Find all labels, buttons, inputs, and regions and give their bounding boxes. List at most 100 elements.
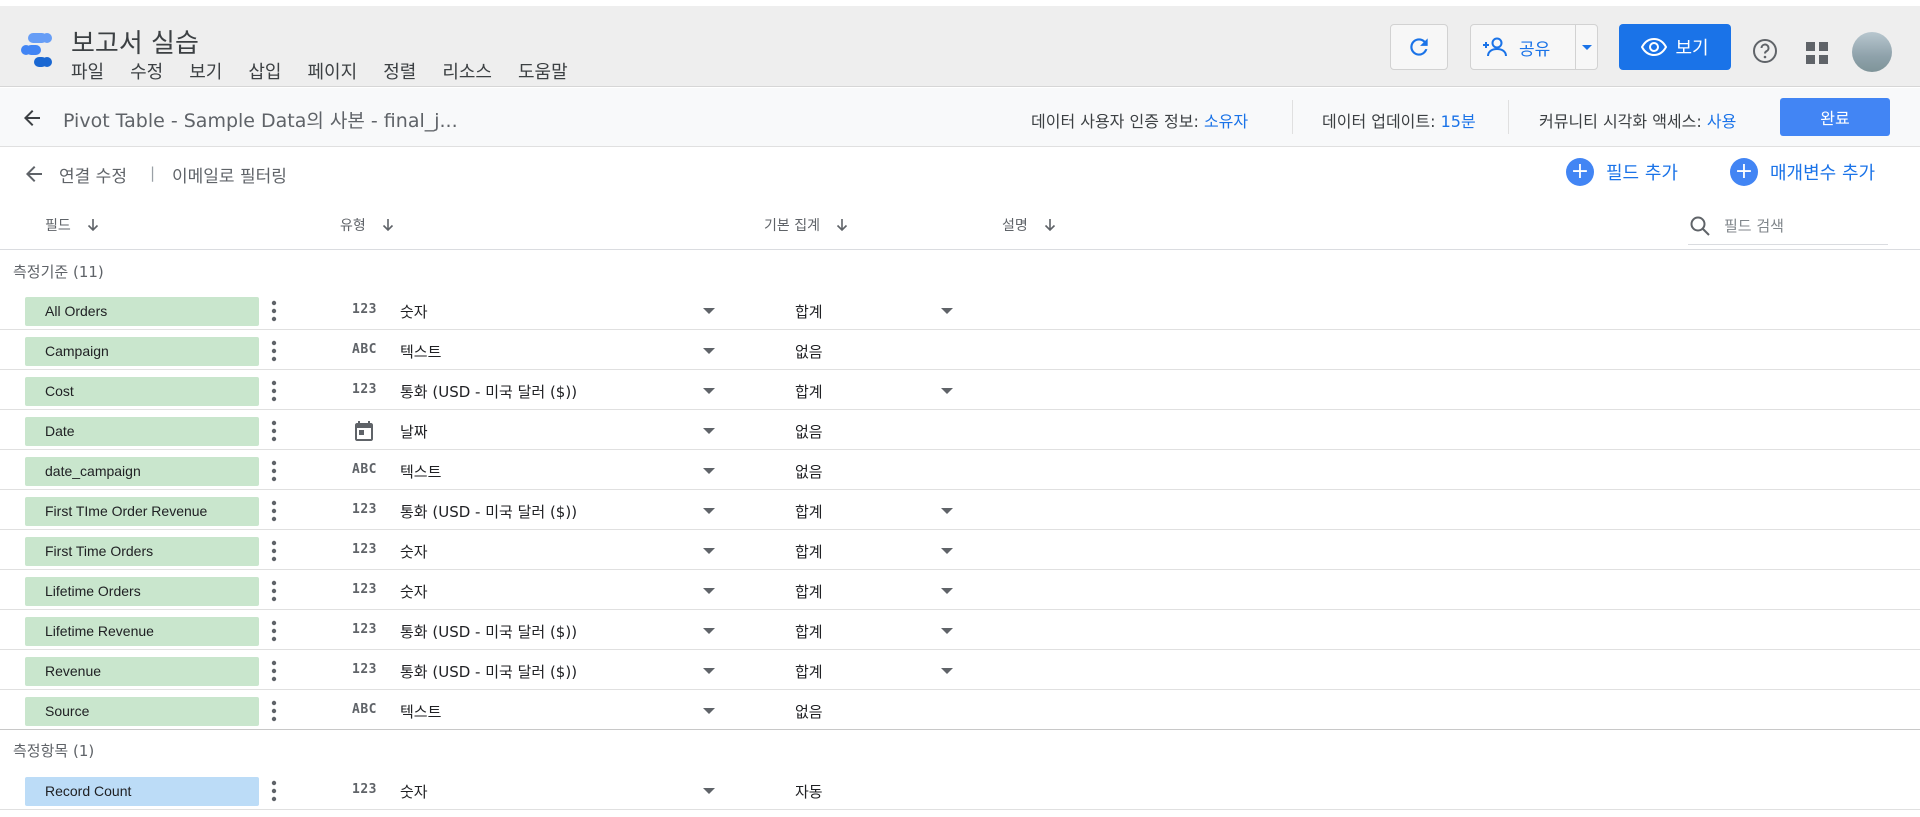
- aggregation-select[interactable]: 합계: [795, 621, 823, 642]
- aggregation-dropdown-caret-icon[interactable]: [941, 308, 953, 314]
- refresh-data-button[interactable]: [1390, 24, 1448, 70]
- field-type-select[interactable]: 통화 (USD - 미국 달러 ($)): [400, 621, 577, 642]
- field-type-select[interactable]: 통화 (USD - 미국 달러 ($)): [400, 661, 577, 682]
- field-type-select[interactable]: 통화 (USD - 미국 달러 ($)): [400, 501, 577, 522]
- field-type-select[interactable]: 텍스트: [400, 341, 441, 362]
- column-aggregation[interactable]: 기본 집계: [764, 215, 850, 235]
- type-dropdown-caret-icon[interactable]: [703, 308, 715, 314]
- view-mode-button[interactable]: 보기: [1619, 24, 1731, 70]
- aggregation-dropdown-caret-icon[interactable]: [941, 548, 953, 554]
- menu-insert[interactable]: 삽입: [248, 58, 281, 84]
- field-type-select[interactable]: 텍스트: [400, 701, 441, 722]
- more-options-icon[interactable]: [270, 620, 278, 642]
- aggregation-select[interactable]: 합계: [795, 501, 823, 522]
- more-options-icon[interactable]: [270, 380, 278, 402]
- freshness-value[interactable]: 15분: [1441, 112, 1476, 131]
- done-button[interactable]: 완료: [1780, 98, 1890, 136]
- field-type-select[interactable]: 날짜: [400, 421, 428, 442]
- menu-resource[interactable]: 리소스: [442, 58, 492, 84]
- field-name-chip[interactable]: Record Count: [25, 777, 259, 806]
- field-type-select[interactable]: 통화 (USD - 미국 달러 ($)): [400, 381, 577, 402]
- aggregation-dropdown-caret-icon[interactable]: [941, 628, 953, 634]
- column-description[interactable]: 설명: [1002, 215, 1058, 235]
- filter-by-email-link[interactable]: 이메일로 필터링: [172, 162, 287, 187]
- aggregation-dropdown-caret-icon[interactable]: [941, 588, 953, 594]
- menu-edit[interactable]: 수정: [130, 58, 163, 84]
- field-name-chip[interactable]: First Time Orders: [25, 537, 259, 566]
- more-options-icon[interactable]: [270, 700, 278, 722]
- aggregation-select[interactable]: 합계: [795, 661, 823, 682]
- datasource-name[interactable]: Pivot Table - Sample Data의 사본 - final_j.…: [63, 106, 458, 133]
- more-options-icon[interactable]: [270, 460, 278, 482]
- share-button[interactable]: 공유: [1470, 24, 1598, 70]
- aggregation-select[interactable]: 합계: [795, 581, 823, 602]
- column-type[interactable]: 유형: [340, 215, 396, 235]
- column-aggregation-label: 기본 집계: [764, 218, 820, 234]
- report-title[interactable]: 보고서 실습: [71, 23, 199, 60]
- data-freshness[interactable]: 데이터 업데이트: 15분: [1322, 108, 1476, 132]
- field-type-select[interactable]: 숫자: [400, 301, 428, 322]
- aggregation-select[interactable]: 합계: [795, 381, 823, 402]
- data-studio-logo-icon[interactable]: [16, 30, 56, 70]
- more-options-icon[interactable]: [270, 340, 278, 362]
- add-field-button[interactable]: + 필드 추가: [1566, 158, 1678, 186]
- field-name-chip[interactable]: Cost: [25, 377, 259, 406]
- aggregation-select[interactable]: 합계: [795, 301, 823, 322]
- type-dropdown-caret-icon[interactable]: [703, 428, 715, 434]
- credentials-value[interactable]: 소유자: [1204, 112, 1248, 131]
- help-icon[interactable]: [1752, 38, 1778, 64]
- apps-grid-icon[interactable]: [1806, 42, 1828, 64]
- field-name-chip[interactable]: First TIme Order Revenue: [25, 497, 259, 526]
- more-options-icon[interactable]: [270, 300, 278, 322]
- menu-page[interactable]: 페이지: [308, 58, 358, 84]
- type-dropdown-caret-icon[interactable]: [703, 708, 715, 714]
- more-options-icon[interactable]: [270, 580, 278, 602]
- menu-help[interactable]: 도움말: [518, 58, 568, 84]
- aggregation-dropdown-caret-icon[interactable]: [941, 668, 953, 674]
- field-name-chip[interactable]: Lifetime Revenue: [25, 617, 259, 646]
- back-arrow-icon[interactable]: [22, 162, 46, 186]
- menu-view[interactable]: 보기: [189, 58, 222, 84]
- more-options-icon[interactable]: [270, 780, 278, 802]
- field-name-chip[interactable]: Date: [25, 417, 259, 446]
- data-credentials[interactable]: 데이터 사용자 인증 정보: 소유자: [1031, 108, 1248, 132]
- field-name-chip[interactable]: Source: [25, 697, 259, 726]
- type-dropdown-caret-icon[interactable]: [703, 588, 715, 594]
- field-name-chip[interactable]: All Orders: [25, 297, 259, 326]
- type-dropdown-caret-icon[interactable]: [703, 468, 715, 474]
- community-visualization-access[interactable]: 커뮤니티 시각화 액세스: 사용: [1539, 108, 1736, 132]
- add-parameter-button[interactable]: + 매개변수 추가: [1730, 158, 1875, 186]
- field-name-chip[interactable]: Campaign: [25, 337, 259, 366]
- field-search-input[interactable]: [1724, 216, 1874, 235]
- aggregation-dropdown-caret-icon[interactable]: [941, 508, 953, 514]
- user-avatar[interactable]: [1852, 32, 1892, 72]
- field-name-chip[interactable]: Lifetime Orders: [25, 577, 259, 606]
- field-type-select[interactable]: 숫자: [400, 541, 428, 562]
- number-type-icon: 123: [352, 582, 377, 597]
- field-name-chip[interactable]: Revenue: [25, 657, 259, 686]
- field-type-select[interactable]: 숫자: [400, 781, 428, 802]
- more-options-icon[interactable]: [270, 500, 278, 522]
- type-dropdown-caret-icon[interactable]: [703, 548, 715, 554]
- field-name-chip[interactable]: date_campaign: [25, 457, 259, 486]
- more-options-icon[interactable]: [270, 540, 278, 562]
- type-dropdown-caret-icon[interactable]: [703, 508, 715, 514]
- type-dropdown-caret-icon[interactable]: [703, 388, 715, 394]
- type-dropdown-caret-icon[interactable]: [703, 628, 715, 634]
- aggregation-select[interactable]: 합계: [795, 541, 823, 562]
- back-arrow-icon[interactable]: [20, 106, 44, 130]
- type-dropdown-caret-icon[interactable]: [703, 348, 715, 354]
- more-options-icon[interactable]: [270, 420, 278, 442]
- type-dropdown-caret-icon[interactable]: [703, 788, 715, 794]
- field-type-select[interactable]: 숫자: [400, 581, 428, 602]
- type-dropdown-caret-icon[interactable]: [703, 668, 715, 674]
- share-dropdown-button[interactable]: [1575, 25, 1597, 69]
- field-type-select[interactable]: 텍스트: [400, 461, 441, 482]
- menu-arrange[interactable]: 정렬: [383, 58, 416, 84]
- community-value[interactable]: 사용: [1707, 112, 1736, 131]
- edit-connection-link[interactable]: 연결 수정: [59, 162, 127, 187]
- aggregation-dropdown-caret-icon[interactable]: [941, 388, 953, 394]
- column-field[interactable]: 필드: [45, 215, 101, 235]
- menu-file[interactable]: 파일: [71, 58, 104, 84]
- more-options-icon[interactable]: [270, 660, 278, 682]
